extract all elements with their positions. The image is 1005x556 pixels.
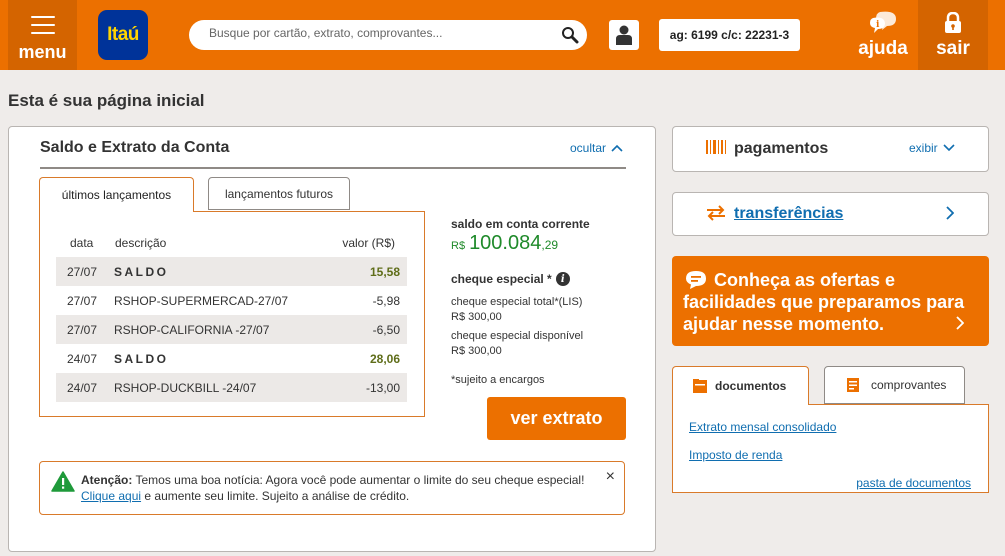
balance-decimal: ,29 [541,238,559,252]
row-date: 24/07 [67,381,98,395]
overdraft-alert: Atenção: Temos uma boa notícia: Agora vo… [39,461,625,515]
tab-documents-label: documentos [715,379,787,393]
help-chat-icon: i [870,11,896,33]
overdraft-label-wrapper: cheque especial * i [451,272,570,286]
table-row: 27/07 SALDO 15,58 [56,257,407,286]
row-value: 28,06 [369,352,400,366]
warning-icon [51,471,75,492]
table-row: 24/07 SALDO 28,06 [56,344,407,373]
balance-currency: R$ [451,240,466,252]
menu-button[interactable]: menu [8,0,77,70]
search-bar [189,20,587,50]
close-icon[interactable]: × [606,468,615,486]
info-icon[interactable]: i [555,272,570,286]
row-description: RSHOP-CALIFORNIA -27/07 [114,323,270,337]
row-date: 27/07 [67,265,98,279]
itau-logo[interactable]: Itaú [98,10,148,60]
alert-title: Atenção: [81,473,133,487]
row-value: -5,98 [372,294,400,308]
overdraft-available-value: R$ 300,00 [451,345,502,357]
transfers-label: transferências [734,205,844,222]
alert-text: Atenção: Temos uma boa notícia: Agora vo… [81,472,601,504]
payments-expand-toggle[interactable]: exibir [909,141,955,155]
receipt-icon [847,378,859,392]
documents-folder-link[interactable]: pasta de documentos [856,476,971,490]
barcode-icon [706,140,726,154]
offers-text: Conheça as ofertas e facilidades que pre… [683,270,965,334]
lock-icon [945,12,961,33]
document-link[interactable]: Imposto de renda [689,448,782,462]
transactions-panel: data descrição valor (R$) 27/07 SALDO 15… [39,211,425,417]
balance-value: R$ 100.084 ,29 [451,232,558,255]
exit-label: sair [936,38,970,59]
row-date: 27/07 [67,323,98,337]
row-description: RSHOP-SUPERMERCAD-27/07 [114,294,289,308]
column-header-description: descrição [115,236,167,250]
tab-receipts-label: comprovantes [871,378,947,392]
folder-icon [693,379,707,393]
payments-card[interactable]: pagamentos exibir [672,126,989,172]
row-description: RSHOP-DUCKBILL -24/07 [114,381,257,395]
svg-text:i: i [876,20,880,30]
exit-button[interactable]: sair [918,0,988,70]
help-button[interactable]: i ajuda [850,0,916,70]
table-row: 27/07 RSHOP-SUPERMERCAD-27/07 -5,98 [56,286,407,315]
top-header: menu Itaú ag: 6199 c/c: 22231-3 i ajuda … [0,0,1005,70]
row-value: -6,50 [372,323,400,337]
overdraft-available-label: cheque especial disponível [451,330,584,342]
row-date: 24/07 [67,352,98,366]
search-icon[interactable] [561,26,579,44]
row-value: -13,00 [365,381,400,395]
account-card: Saldo e Extrato da Conta ocultar últimos… [8,126,656,552]
tab-future-transactions[interactable]: lançamentos futuros [208,177,350,210]
hamburger-icon [31,16,55,34]
chevron-right-icon [946,206,954,220]
chevron-down-icon [943,144,955,152]
overdraft-label: cheque especial * [451,272,552,286]
payments-label: pagamentos [734,140,829,157]
table-row: 27/07 RSHOP-CALIFORNIA -27/07 -6,50 [56,315,407,344]
row-description: SALDO [114,352,169,366]
help-label: ajuda [858,38,908,59]
account-card-title: Saldo e Extrato da Conta [40,139,230,156]
chevron-up-icon [611,144,623,152]
page-title: Esta é sua página inicial [8,91,205,110]
tab-documents[interactable]: documentos [672,366,809,405]
alert-link[interactable]: Clique aqui [81,489,141,503]
alert-message: Temos uma boa notícia: Agora você pode a… [135,473,585,487]
search-input[interactable] [209,26,549,40]
view-statement-button[interactable]: ver extrato [487,397,626,440]
row-date: 27/07 [67,294,98,308]
divider [40,167,626,169]
alert-message-end: e aumente seu limite. Sujeito a análise … [144,489,410,503]
overdraft-footnote: *sujeito a encargos [451,374,545,386]
overdraft-total-value: R$ 300,00 [451,311,502,323]
column-header-value: valor (R$) [342,236,395,250]
document-link[interactable]: Extrato mensal consolidado [689,420,836,434]
account-info: ag: 6199 c/c: 22231-3 [659,19,800,51]
row-value: 15,58 [369,265,400,279]
tab-recent-transactions[interactable]: últimos lançamentos [39,177,194,212]
hide-toggle[interactable]: ocultar [570,141,623,155]
transfers-card[interactable]: transferências [672,192,989,236]
user-profile-button[interactable] [609,20,639,50]
menu-label: menu [18,42,67,62]
column-header-date: data [70,236,94,250]
balance-label: saldo em conta corrente [451,217,590,231]
documents-panel: Extrato mensal consolidado Imposto de re… [672,404,989,493]
transfer-arrows-icon [707,205,725,221]
row-description: SALDO [114,265,169,279]
user-icon [616,25,632,45]
balance-integer: 100.084 [469,232,542,254]
hide-label: ocultar [570,141,607,155]
table-row: 24/07 RSHOP-DUCKBILL -24/07 -13,00 [56,373,407,402]
offers-banner[interactable]: Conheça as ofertas e facilidades que pre… [672,256,989,346]
tab-receipts[interactable]: comprovantes [824,366,965,404]
payments-toggle-label: exibir [909,141,938,155]
chevron-right-icon [956,316,964,330]
overdraft-total-label: cheque especial total*(LIS) [451,296,583,308]
